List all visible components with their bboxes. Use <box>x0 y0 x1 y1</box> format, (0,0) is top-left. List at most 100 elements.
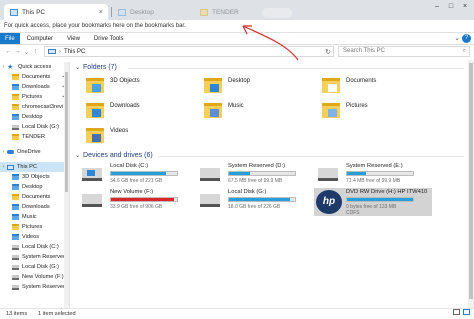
status-bar: 13 items 1 item selected <box>0 308 474 319</box>
sidebar-item-label: System Reserved <box>22 284 67 290</box>
selection-count: 1 item selected <box>38 311 76 317</box>
drives-group-header[interactable]: ⌄ Devices and drives (6) <box>75 152 153 159</box>
close-window-button[interactable]: × <box>458 0 472 14</box>
sidebar-item-label: Documents <box>22 74 51 80</box>
sidebar-item-label: 3D Objects <box>22 174 50 180</box>
sidebar-item[interactable]: Local Disk (G:) <box>0 262 69 272</box>
videos-folder-icon <box>86 128 104 143</box>
details-view-icon[interactable] <box>453 309 460 315</box>
sidebar-item[interactable]: Desktop <box>0 112 69 122</box>
address-bar[interactable]: › This PC ↻ <box>44 46 334 57</box>
new-tab-placeholder[interactable] <box>262 8 292 18</box>
drive-usage-fill <box>111 172 167 175</box>
sidebar-scrollbar[interactable] <box>64 62 69 308</box>
help-icon[interactable]: ? <box>462 34 471 43</box>
chevron-down-icon[interactable]: ⌄ <box>75 64 80 71</box>
drive-tile[interactable]: Local Disk (C:) 34.6 GB free of 221 GB <box>78 162 196 190</box>
tiles-view-icon[interactable] <box>463 309 470 315</box>
pictures-folder-icon <box>322 103 340 118</box>
sidebar-item-label: This PC <box>17 164 37 170</box>
drive-tile[interactable]: hp DVD RW Drive (H:) HP ITW410 0 bytes fre… <box>314 188 432 216</box>
sidebar-item[interactable]: TENDER <box>0 132 69 142</box>
content-scrollbar[interactable] <box>468 60 474 308</box>
sidebar-item[interactable]: New Volume (F:) <box>0 272 69 282</box>
back-arrow-icon[interactable]: ← <box>4 48 13 55</box>
close-icon[interactable]: × <box>99 9 103 16</box>
sidebar-item[interactable]: Downloads⌖ <box>0 82 69 92</box>
refresh-icon[interactable]: ↻ <box>325 48 331 56</box>
sidebar-item[interactable]: System Reserved <box>0 252 69 262</box>
sidebar-item[interactable]: › OneDrive <box>0 147 69 157</box>
folder-tile[interactable]: Videos <box>82 124 192 150</box>
folder-tile[interactable]: Desktop <box>200 74 310 100</box>
drive-tile[interactable]: New Volume (F:) 33.9 GB free of 906 GB <box>78 188 196 216</box>
bookmarks-bar: For quick access, place your bookmarks h… <box>0 20 474 33</box>
folder-tile[interactable]: Documents <box>318 74 428 100</box>
search-icon: ⌕ <box>462 48 466 54</box>
drive-tile[interactable]: System Reserved (D:) 67.5 MB free of 99.9… <box>196 162 314 190</box>
sidebar-item[interactable]: › ★ Quick access <box>0 62 69 72</box>
folder-overlay <box>328 109 337 117</box>
scrollbar-thumb[interactable] <box>65 72 68 192</box>
search-input[interactable]: Search This PC ⌕ <box>338 46 470 57</box>
drive-free-space: 67.5 MB free of 99.9 MB <box>228 178 283 184</box>
music-folder-icon <box>204 103 222 118</box>
recent-locations-icon[interactable]: ⌄ <box>22 48 31 56</box>
tab-tender[interactable]: TENDER <box>194 4 256 20</box>
sidebar-item[interactable]: Pictures <box>0 222 69 232</box>
drive-tile[interactable]: System Reserved (E:) 71.4 MB free of 99.9… <box>314 162 432 190</box>
folder-tile[interactable]: Music <box>200 99 310 125</box>
drive-usage-fill <box>347 172 367 175</box>
breadcrumb[interactable]: This PC <box>64 49 85 55</box>
ribbon-tab-file[interactable]: File <box>0 33 20 44</box>
sidebar-item[interactable]: chromecast3revi <box>0 102 69 112</box>
folder-label: Desktop <box>228 78 251 84</box>
ribbon-tab-computer[interactable]: Computer <box>20 33 60 44</box>
chevron-down-icon[interactable]: ⌄ <box>75 152 80 159</box>
sidebar-item-label: System Reserved <box>22 254 67 260</box>
drive-tile[interactable]: Local Disk (G:) 18.0 GB free of 226 GB <box>196 188 314 216</box>
sidebar-item[interactable]: Downloads <box>0 202 69 212</box>
sidebar-item[interactable]: Documents⌖ <box>0 72 69 82</box>
forward-arrow-icon[interactable]: → <box>13 48 22 55</box>
maximize-button[interactable]: □ <box>444 0 458 14</box>
folder-blue-icon <box>12 184 19 190</box>
navigation-bar: ← → ⌄ ↑ › This PC ↻ Search This PC ⌕ <box>0 45 474 58</box>
sidebar-item[interactable]: Local Disk (G:) <box>0 122 69 132</box>
minimize-button[interactable]: – <box>430 0 444 14</box>
drive-icon <box>12 284 19 290</box>
sidebar-item[interactable]: Videos <box>0 232 69 242</box>
sidebar-item[interactable]: › This PC <box>0 162 69 172</box>
sidebar-item[interactable]: Pictures⌖ <box>0 92 69 102</box>
folder-tile[interactable]: 3D Objects <box>82 74 192 100</box>
ribbon-tab-drive-tools[interactable]: Drive Tools <box>87 33 131 44</box>
chevron-right-icon[interactable]: › <box>0 149 7 155</box>
drive-usage-bar <box>228 171 296 176</box>
chevron-right-icon[interactable]: › <box>0 164 7 170</box>
expand-ribbon-icon[interactable]: ⌄ <box>454 34 460 42</box>
sidebar-item[interactable]: System Reserved <box>0 282 69 292</box>
scrollbar-thumb[interactable] <box>469 63 473 299</box>
hard-drive-icon <box>318 168 338 181</box>
sidebar-item[interactable]: Local Disk (C:) <box>0 242 69 252</box>
tab-desktop[interactable]: Desktop <box>112 4 174 20</box>
folder-icon <box>12 104 19 110</box>
ribbon-tab-view[interactable]: View <box>60 33 87 44</box>
sidebar-item[interactable]: 3D Objects <box>0 172 69 182</box>
chevron-right-icon[interactable]: › <box>0 64 7 70</box>
drive-icon <box>12 254 19 260</box>
folder-tile[interactable]: Downloads <box>82 99 192 125</box>
drive-icon <box>12 124 19 130</box>
folder-label: Downloads <box>110 103 140 109</box>
folders-group-header[interactable]: ⌄ Folders (7) <box>75 64 117 71</box>
sidebar-item-label: Documents <box>22 194 51 200</box>
breadcrumb-chevron-icon[interactable]: › <box>59 49 61 55</box>
folder-label: Pictures <box>346 103 368 109</box>
folder-tile[interactable]: Pictures <box>318 99 428 125</box>
sidebar-item[interactable]: Music <box>0 212 69 222</box>
tab-this-pc[interactable]: This PC × <box>4 4 108 20</box>
window-controls: – □ × <box>430 0 472 14</box>
up-arrow-icon[interactable]: ↑ <box>31 48 40 55</box>
sidebar-item[interactable]: Documents <box>0 192 69 202</box>
sidebar-item[interactable]: Desktop <box>0 182 69 192</box>
